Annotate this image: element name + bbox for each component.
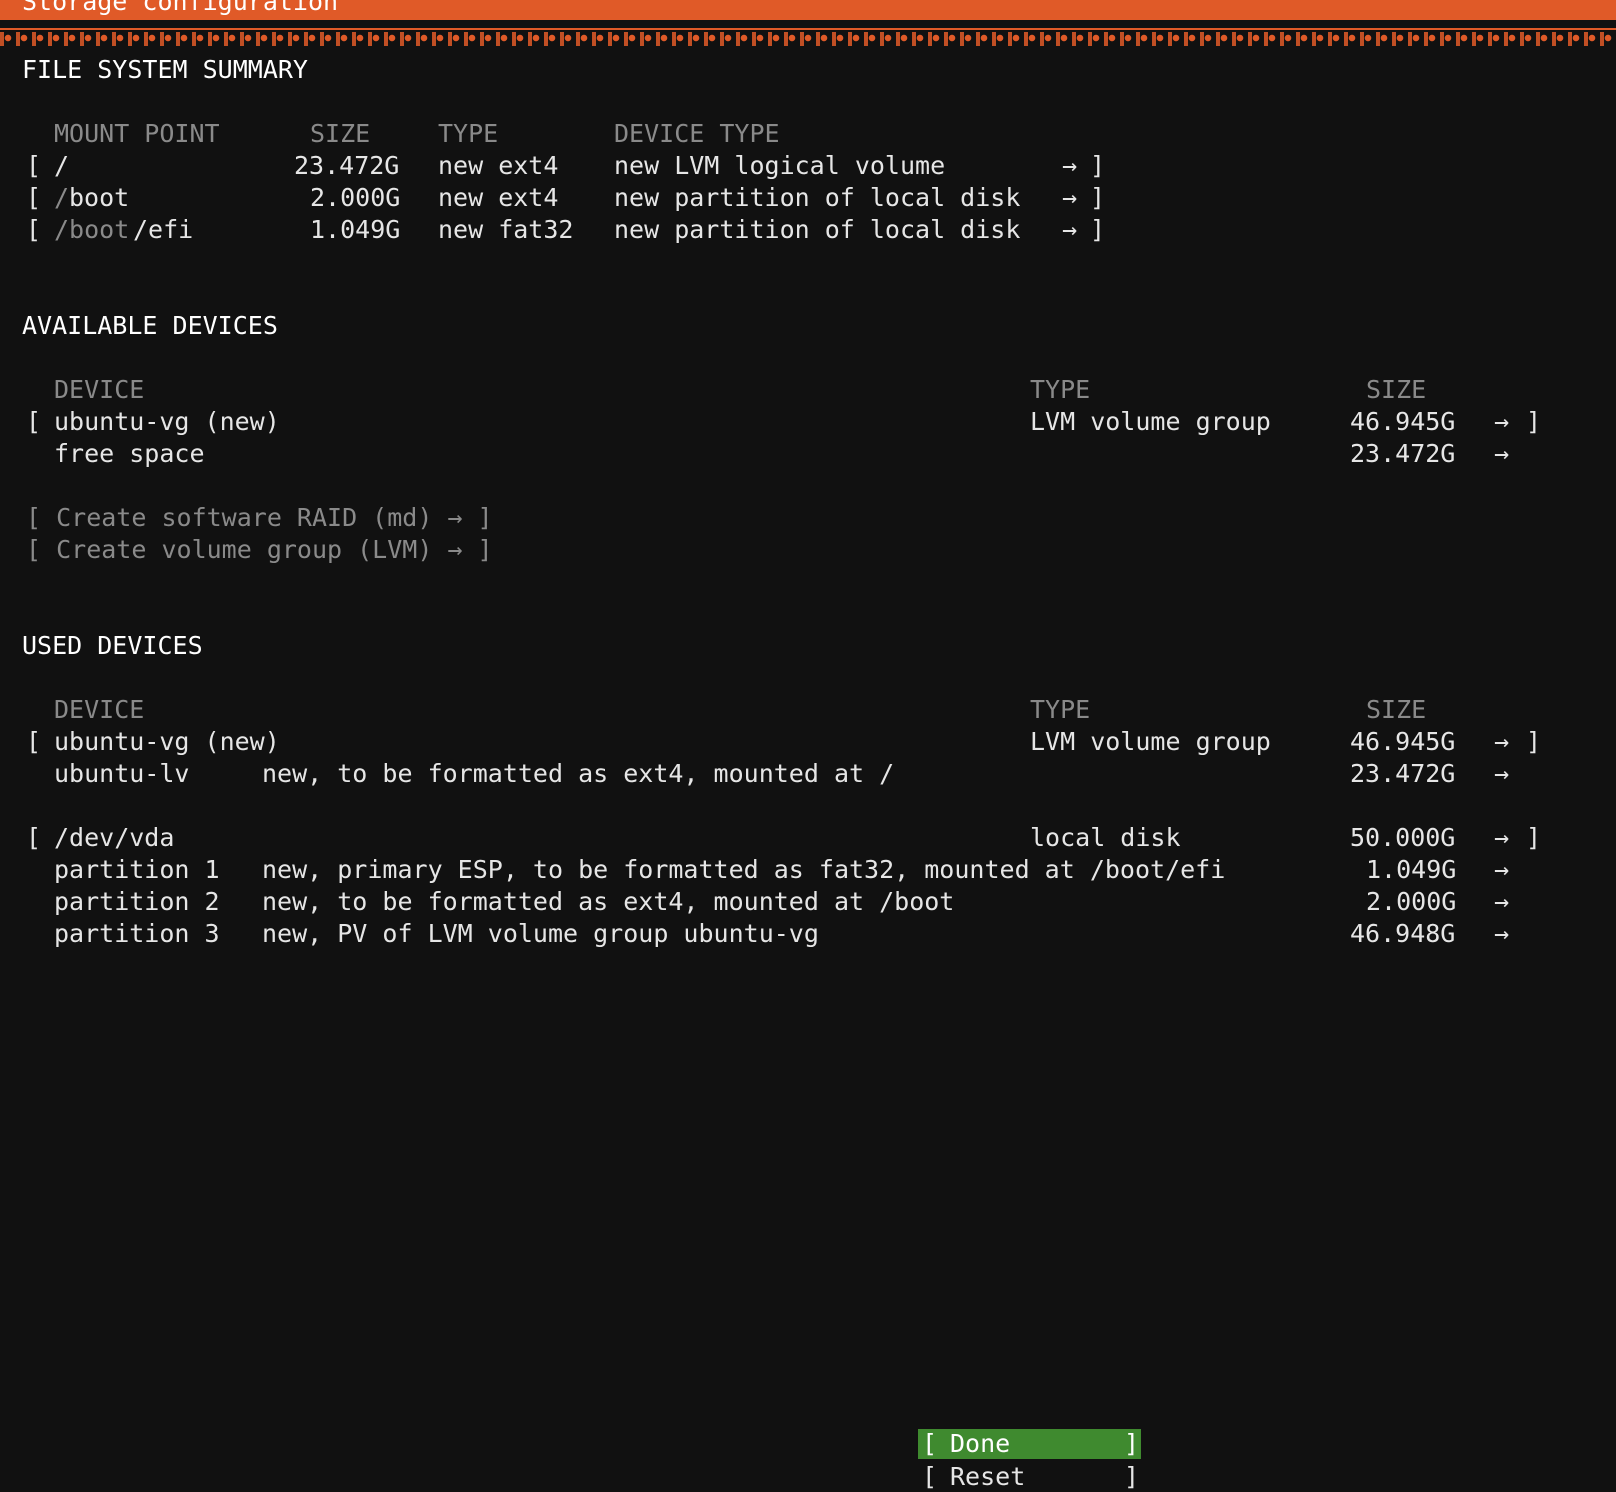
col-header-size: SIZE — [310, 119, 371, 148]
reset-button[interactable]: [ Reset ] — [918, 1462, 1141, 1492]
arrow-right-icon: → — [1494, 439, 1510, 468]
bracket-open: [ — [26, 215, 42, 244]
bracket-open: [ — [26, 407, 42, 436]
device-description: new, primary ESP, to be formatted as fat… — [262, 855, 1226, 884]
bracket-close: ] — [1526, 823, 1542, 852]
window-title: Storage configuration — [22, 0, 339, 16]
available-devices-heading: AVAILABLE DEVICES — [22, 311, 278, 340]
bracket-close: ] — [1526, 407, 1542, 436]
arrow-right-icon: → — [1494, 727, 1510, 756]
mount-point: boot — [69, 183, 130, 212]
bracket-open: [ — [26, 151, 42, 180]
device-name: partition 1 — [54, 855, 220, 884]
device-size: 50.000G — [1350, 823, 1456, 852]
fs-size: 1.049G — [310, 215, 401, 244]
used-devices-heading: USED DEVICES — [22, 631, 203, 660]
bracket-close: ] — [1090, 215, 1106, 244]
bracket-close: ] — [1124, 1462, 1140, 1491]
bracket-open: [ — [26, 183, 42, 212]
done-button-label: Done — [950, 1429, 1011, 1458]
title-separator — [0, 28, 1616, 50]
mount-point-prefix: / — [54, 183, 70, 212]
col-header-size: SIZE — [1366, 695, 1427, 724]
device-name: /dev/vda — [54, 823, 175, 852]
arrow-right-icon: → — [1494, 823, 1510, 852]
arrow-right-icon: → — [1494, 759, 1510, 788]
col-header-size: SIZE — [1366, 375, 1427, 404]
col-header-type: TYPE — [1030, 375, 1091, 404]
device-name: ubuntu-vg (new) — [54, 407, 280, 436]
device-size: 46.945G — [1350, 407, 1456, 436]
col-header-type: TYPE — [1030, 695, 1091, 724]
arrow-right-icon: → — [1494, 919, 1510, 948]
fs-type: new ext4 — [438, 183, 559, 212]
fs-type: new fat32 — [438, 215, 574, 244]
col-header-type: TYPE — [438, 119, 499, 148]
mount-point-prefix: /boot — [54, 215, 130, 244]
device-name: partition 2 — [54, 887, 220, 916]
create-volume-group-button[interactable]: [ Create volume group (LVM) → ] — [26, 534, 493, 566]
device-type: local disk — [1030, 823, 1181, 852]
reset-button-label: Reset — [950, 1462, 1026, 1491]
device-type: LVM volume group — [1030, 407, 1271, 436]
create-raid-button[interactable]: [ Create software RAID (md) → ] — [26, 502, 493, 534]
bracket-close: ] — [1124, 1429, 1140, 1458]
fs-size: 23.472G — [294, 151, 400, 180]
col-header-device: DEVICE — [54, 375, 145, 404]
arrow-right-icon: → — [1494, 887, 1510, 916]
fs-summary-heading: FILE SYSTEM SUMMARY — [22, 55, 308, 84]
device-description: new, to be formatted as ext4, mounted at… — [262, 759, 895, 788]
fs-device-type: new LVM logical volume — [614, 151, 946, 180]
bracket-close: ] — [1090, 183, 1106, 212]
arrow-right-icon: → — [1494, 407, 1510, 436]
arrow-right-icon: → — [1062, 215, 1078, 244]
device-name: free space — [54, 439, 205, 468]
arrow-right-icon: → — [1494, 855, 1510, 884]
mount-point: /efi — [133, 215, 194, 244]
fs-device-type: new partition of local disk — [614, 215, 1021, 244]
title-bar: Storage configuration — [0, 0, 1616, 20]
done-button[interactable]: [ Done ] — [918, 1429, 1141, 1459]
device-type: LVM volume group — [1030, 727, 1271, 756]
col-header-mount-point: MOUNT POINT — [54, 119, 220, 148]
mount-point: / — [54, 151, 70, 180]
device-size: 46.945G — [1350, 727, 1456, 756]
device-name: ubuntu-vg (new) — [54, 727, 280, 756]
bracket-open: [ — [26, 727, 42, 756]
bracket-close: ] — [1526, 727, 1542, 756]
col-header-device-type: DEVICE TYPE — [614, 119, 780, 148]
device-name: ubuntu-lv — [54, 759, 190, 788]
fs-size: 2.000G — [310, 183, 401, 212]
device-description: new, to be formatted as ext4, mounted at… — [262, 887, 955, 916]
device-size: 2.000G — [1366, 887, 1457, 916]
arrow-right-icon: → — [1062, 151, 1078, 180]
fs-device-type: new partition of local disk — [614, 183, 1021, 212]
bracket-open: [ — [922, 1429, 938, 1458]
bracket-close: ] — [1090, 151, 1106, 180]
col-header-device: DEVICE — [54, 695, 145, 724]
fs-type: new ext4 — [438, 151, 559, 180]
device-size: 23.472G — [1350, 759, 1456, 788]
device-size: 46.948G — [1350, 919, 1456, 948]
device-size: 1.049G — [1366, 855, 1457, 884]
bracket-open: [ — [26, 823, 42, 852]
device-name: partition 3 — [54, 919, 220, 948]
bracket-open: [ — [922, 1462, 938, 1491]
device-description: new, PV of LVM volume group ubuntu-vg — [262, 919, 819, 948]
arrow-right-icon: → — [1062, 183, 1078, 212]
device-size: 23.472G — [1350, 439, 1456, 468]
